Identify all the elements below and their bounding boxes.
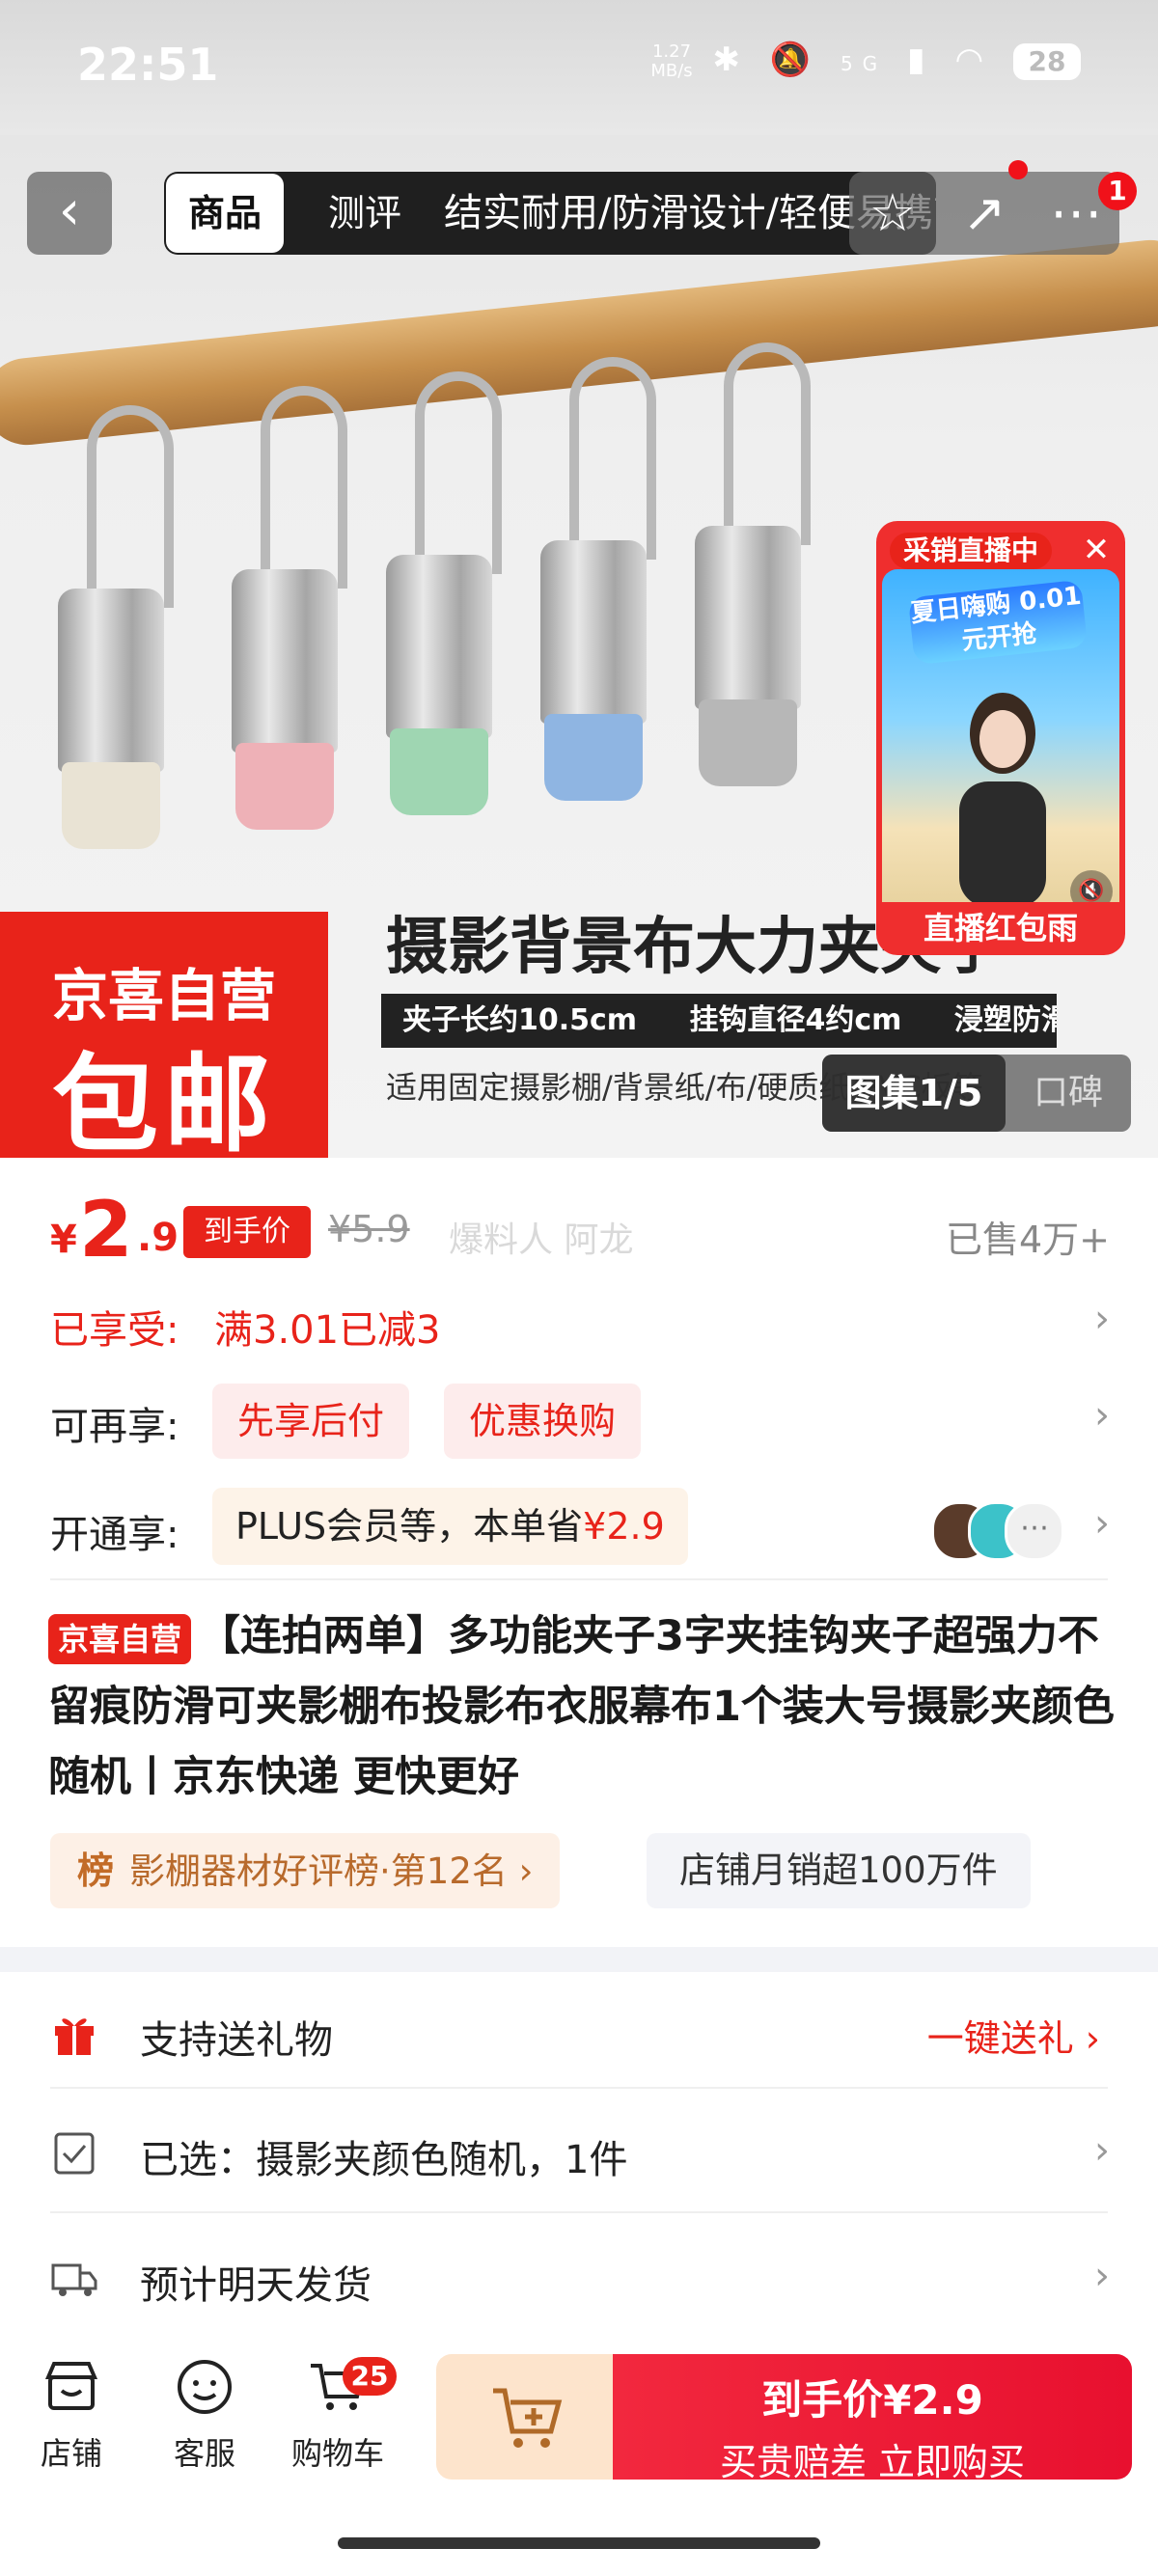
live-red-packet-label[interactable]: 直播红包雨 [876,902,1125,955]
divider [50,1578,1108,1580]
price-currency: ¥ [50,1218,77,1262]
divider [50,2211,1108,2213]
more-label: 可再享: [50,1405,179,1449]
price-decimal: .9 [137,1216,179,1260]
gallery-reviews-tab[interactable]: 口碑 [1015,1055,1121,1132]
section-gap [0,1947,1158,1972]
wifi-icon: ◠ [954,41,994,79]
final-price-tag: 到手价 [183,1206,311,1258]
add-cart-icon [493,2388,563,2448]
live-promo-banner: 夏日嗨购 0.01元开抢 [907,579,1089,666]
live-stream-window[interactable]: 夏日嗨购 0.01元开抢 🔇 采销直播中 ✕ 直播红包雨 [876,521,1125,955]
more-badge: 1 [1098,172,1137,210]
chevron-right-icon: › [1094,1501,1110,1546]
plus-membership-pill[interactable]: PLUS会员等，本单省¥2.9 [212,1488,688,1565]
price-row: ¥ 2 .9 到手价 ¥5.9 爆料人 阿龙 已售4万+ [0,1158,1158,1274]
checklist-icon [54,2132,95,2175]
truck-icon [51,2263,97,2296]
status-icons: 1.27 MB/s ✱ 🔕 5G ▮ ◠ 28 [650,41,1081,81]
status-time: 22:51 [77,39,219,91]
bluetooth-icon: ✱ [712,41,750,79]
chevron-right-icon[interactable]: › [1094,1393,1110,1438]
rank-text: 影棚器材好评榜·第12名 [129,1850,508,1892]
hero-specs: 夹子长约10.5cm 挂钩直径4约cm 浸塑防滑 [381,994,1057,1048]
product-title: 京喜自营 【连拍两单】多功能夹子3字夹挂钩夹子超强力不留痕防滑可夹影棚布投影布衣服… [48,1602,1119,1813]
rank-icon: 榜 [77,1850,115,1892]
plus-row[interactable]: 开通享: PLUS会员等，本单省¥2.9 ⋯ › [0,1478,1158,1575]
more-avatars-icon: ⋯ [1005,1501,1064,1561]
buy-now-subtitle: 买贵赔差 立即购买 [719,2441,1026,2483]
chevron-right-icon: › [1094,1297,1110,1341]
close-icon[interactable]: ✕ [1077,531,1116,569]
cart-count-badge: 25 [343,2357,397,2396]
selected-spec-row[interactable]: 已选：摄影夹颜色随机，1件 › [0,2092,1158,2217]
trade-in-pill[interactable]: 优惠换购 [444,1384,642,1459]
shipping-label: 预计明天发货 [140,2263,372,2308]
gift-icon [55,2018,94,2055]
tab-review[interactable]: 测评 [318,172,412,255]
buy-now-price-line: 到手价¥2.9 [761,2376,983,2424]
promo-more-row: 可再享: 先享后付 优惠换购 › [0,1370,1158,1466]
store-button[interactable]: 店铺 [14,2356,129,2474]
pay-later-pill[interactable]: 先享后付 [212,1384,410,1459]
service-icon [178,2360,232,2414]
home-indicator[interactable] [338,2537,820,2549]
ribbon-line2: 包邮 [52,1043,276,1158]
price-integer: 2 [79,1185,133,1274]
share-notification-dot [1008,160,1028,179]
tab-product[interactable]: 商品 [166,174,284,253]
mute-icon[interactable]: 🔇 [1070,870,1113,902]
gallery-switcher[interactable]: 图集1/5 口碑 [822,1055,1131,1132]
enjoyed-value: 满3.01已减3 [214,1308,441,1353]
live-tag: 采销直播中 [890,533,1053,569]
top-tabs: 结实耐用/防滑设计/轻便易携带 商品 测评 [164,172,936,255]
product-title-text: 【连拍两单】多功能夹子3字夹挂钩夹子超强力不留痕防滑可夹影棚布投影布衣服幕布1个… [48,1612,1115,1801]
gallery-counter[interactable]: 图集1/5 [822,1055,1006,1132]
gift-row[interactable]: 支持送礼物 一键送礼 › [0,1972,1158,2097]
enjoyed-label: 已享受: [50,1308,179,1353]
buy-now-button[interactable]: 到手价¥2.9 买贵赔差 立即购买 [613,2354,1132,2483]
live-stream-video[interactable]: 夏日嗨购 0.01元开抢 🔇 [882,569,1119,902]
add-to-cart-button[interactable] [436,2354,620,2480]
selected-spec-label: 已选：摄影夹颜色随机，1件 [140,2138,628,2182]
network-speed: 1.27 MB/s [650,41,693,81]
member-avatars: ⋯ [931,1501,1064,1561]
divider [50,2087,1108,2089]
store-label: 店铺 [40,2435,102,2472]
gift-label: 支持送礼物 [140,2018,333,2063]
favorite-star-icon[interactable]: ☆ [849,172,936,255]
back-button[interactable]: ‹ [27,172,112,255]
watermark: 爆料人 阿龙 [449,1220,634,1260]
battery-indicator: 28 [1013,42,1081,80]
jingxi-badge: 京喜自营 [48,1613,192,1664]
store-icon [44,2362,98,2410]
mute-icon: 🔕 [769,41,821,79]
spec-hook: 挂钩直径4约cm [689,1003,902,1037]
top-actions: ☆ ↗ ⋯ [849,172,1119,255]
store-monthly-sales[interactable]: 店铺月销超100万件 [647,1833,1031,1908]
shipping-row[interactable]: 预计明天发货 › [0,2217,1158,2343]
sold-count: 已售4万+ [945,1219,1110,1261]
send-gift-link[interactable]: 一键送礼 › [927,2009,1100,2062]
cart-label: 购物车 [290,2435,384,2472]
share-icon[interactable]: ↗ [941,172,1028,255]
status-bar: 22:51 1.27 MB/s ✱ 🔕 5G ▮ ◠ 28 [0,0,1158,135]
ranking-chip[interactable]: 榜影棚器材好评榜·第12名 › [50,1833,561,1908]
spec-length: 夹子长约10.5cm [402,1003,638,1037]
jingxi-free-shipping-ribbon: 京喜自营 包邮 [0,912,328,1158]
chevron-right-icon: › [1094,2128,1110,2173]
signal-icon: ▮ [906,41,935,79]
service-label: 客服 [173,2435,235,2472]
chevron-right-icon: › [1094,2254,1110,2298]
open-label: 开通享: [50,1513,179,1557]
customer-service-button[interactable]: 客服 [147,2356,262,2474]
promo-enjoyed-row[interactable]: 已享受: 满3.01已减3 › [0,1274,1158,1370]
spec-coating: 浸塑防滑 [953,1003,1057,1037]
host-figure [959,693,1046,902]
network-type: 5G [840,52,888,75]
original-price: ¥5.9 [328,1208,410,1250]
